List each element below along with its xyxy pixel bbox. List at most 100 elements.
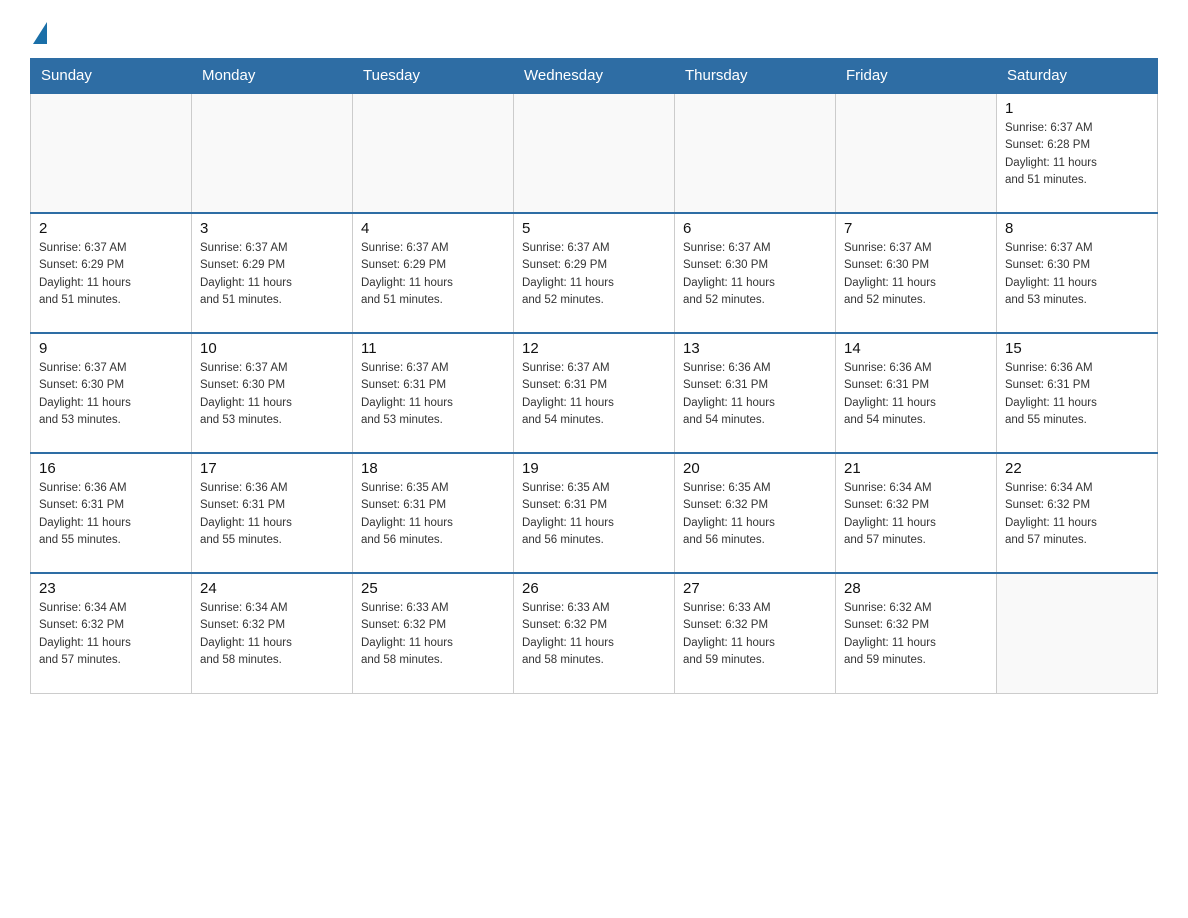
calendar-cell: 9 Sunrise: 6:37 AM Sunset: 6:30 PM Daylig… <box>31 333 192 453</box>
calendar-cell <box>192 93 353 213</box>
day-header-thursday: Thursday <box>675 59 836 94</box>
day-number: 21 <box>844 460 988 477</box>
calendar-cell: 23 Sunrise: 6:34 AM Sunset: 6:32 PM Dayli… <box>31 573 192 693</box>
day-info: Sunrise: 6:37 AM Sunset: 6:30 PM Dayligh… <box>844 240 988 309</box>
day-info: Sunrise: 6:37 AM Sunset: 6:30 PM Dayligh… <box>683 240 827 309</box>
calendar-week-1: 1 Sunrise: 6:37 AM Sunset: 6:28 PM Daylig… <box>31 93 1158 213</box>
day-number: 12 <box>522 340 666 357</box>
calendar-cell: 3 Sunrise: 6:37 AM Sunset: 6:29 PM Daylig… <box>192 213 353 333</box>
day-info: Sunrise: 6:37 AM Sunset: 6:29 PM Dayligh… <box>522 240 666 309</box>
calendar-cell: 17 Sunrise: 6:36 AM Sunset: 6:31 PM Dayli… <box>192 453 353 573</box>
calendar-cell <box>836 93 997 213</box>
calendar-cell: 11 Sunrise: 6:37 AM Sunset: 6:31 PM Dayli… <box>353 333 514 453</box>
day-info: Sunrise: 6:36 AM Sunset: 6:31 PM Dayligh… <box>683 360 827 429</box>
calendar-cell: 4Sunrise: 6:37 AM Sunset: 6:29 PM Daylig… <box>353 213 514 333</box>
day-number: 7 <box>844 220 988 237</box>
day-info: Sunrise: 6:35 AM Sunset: 6:31 PM Dayligh… <box>522 480 666 549</box>
day-number: 27 <box>683 580 827 597</box>
day-number: 22 <box>1005 460 1149 477</box>
calendar-cell: 13 Sunrise: 6:36 AM Sunset: 6:31 PM Dayli… <box>675 333 836 453</box>
calendar-cell: 10 Sunrise: 6:37 AM Sunset: 6:30 PM Dayli… <box>192 333 353 453</box>
day-info: Sunrise: 6:34 AM Sunset: 6:32 PM Dayligh… <box>1005 480 1149 549</box>
calendar-cell: 21 Sunrise: 6:34 AM Sunset: 6:32 PM Dayli… <box>836 453 997 573</box>
calendar-cell <box>997 573 1158 693</box>
calendar-cell: 22 Sunrise: 6:34 AM Sunset: 6:32 PM Dayli… <box>997 453 1158 573</box>
day-info: Sunrise: 6:37 AM Sunset: 6:31 PM Dayligh… <box>522 360 666 429</box>
day-info: Sunrise: 6:34 AM Sunset: 6:32 PM Dayligh… <box>844 480 988 549</box>
day-number: 2 <box>39 220 183 237</box>
day-info: Sunrise: 6:37 AM Sunset: 6:31 PM Dayligh… <box>361 360 505 429</box>
day-number: 6 <box>683 220 827 237</box>
day-header-friday: Friday <box>836 59 997 94</box>
day-info: Sunrise: 6:34 AM Sunset: 6:32 PM Dayligh… <box>39 600 183 669</box>
calendar-cell: 26 Sunrise: 6:33 AM Sunset: 6:32 PM Dayli… <box>514 573 675 693</box>
day-number: 26 <box>522 580 666 597</box>
calendar-cell: 18 Sunrise: 6:35 AM Sunset: 6:31 PM Dayli… <box>353 453 514 573</box>
day-number: 28 <box>844 580 988 597</box>
calendar-week-5: 23 Sunrise: 6:34 AM Sunset: 6:32 PM Dayli… <box>31 573 1158 693</box>
calendar-cell: 1 Sunrise: 6:37 AM Sunset: 6:28 PM Daylig… <box>997 93 1158 213</box>
day-number: 14 <box>844 340 988 357</box>
day-number: 1 <box>1005 100 1149 117</box>
day-info: Sunrise: 6:33 AM Sunset: 6:32 PM Dayligh… <box>361 600 505 669</box>
calendar-cell: 12 Sunrise: 6:37 AM Sunset: 6:31 PM Dayli… <box>514 333 675 453</box>
day-number: 8 <box>1005 220 1149 237</box>
calendar-cell <box>675 93 836 213</box>
calendar-cell: 25 Sunrise: 6:33 AM Sunset: 6:32 PM Dayli… <box>353 573 514 693</box>
day-header-saturday: Saturday <box>997 59 1158 94</box>
calendar-table: SundayMondayTuesdayWednesdayThursdayFrid… <box>30 58 1158 694</box>
calendar-cell: 16Sunrise: 6:36 AM Sunset: 6:31 PM Dayli… <box>31 453 192 573</box>
day-number: 19 <box>522 460 666 477</box>
day-info: Sunrise: 6:36 AM Sunset: 6:31 PM Dayligh… <box>39 480 183 549</box>
day-info: Sunrise: 6:37 AM Sunset: 6:30 PM Dayligh… <box>1005 240 1149 309</box>
day-header-monday: Monday <box>192 59 353 94</box>
day-number: 24 <box>200 580 344 597</box>
day-number: 18 <box>361 460 505 477</box>
day-number: 17 <box>200 460 344 477</box>
day-number: 25 <box>361 580 505 597</box>
day-info: Sunrise: 6:33 AM Sunset: 6:32 PM Dayligh… <box>683 600 827 669</box>
calendar-cell: 20 Sunrise: 6:35 AM Sunset: 6:32 PM Dayli… <box>675 453 836 573</box>
day-number: 23 <box>39 580 183 597</box>
day-info: Sunrise: 6:33 AM Sunset: 6:32 PM Dayligh… <box>522 600 666 669</box>
calendar-header-row: SundayMondayTuesdayWednesdayThursdayFrid… <box>31 59 1158 94</box>
calendar-cell: 15 Sunrise: 6:36 AM Sunset: 6:31 PM Dayli… <box>997 333 1158 453</box>
calendar-cell: 28 Sunrise: 6:32 AM Sunset: 6:32 PM Dayli… <box>836 573 997 693</box>
page-header <box>30 20 1158 42</box>
day-header-wednesday: Wednesday <box>514 59 675 94</box>
day-info: Sunrise: 6:37 AM Sunset: 6:30 PM Dayligh… <box>200 360 344 429</box>
calendar-week-4: 16Sunrise: 6:36 AM Sunset: 6:31 PM Dayli… <box>31 453 1158 573</box>
day-number: 11 <box>361 340 505 357</box>
calendar-cell: 6 Sunrise: 6:37 AM Sunset: 6:30 PM Daylig… <box>675 213 836 333</box>
day-number: 5 <box>522 220 666 237</box>
day-header-tuesday: Tuesday <box>353 59 514 94</box>
day-number: 20 <box>683 460 827 477</box>
calendar-cell <box>31 93 192 213</box>
calendar-week-2: 2 Sunrise: 6:37 AM Sunset: 6:29 PM Daylig… <box>31 213 1158 333</box>
calendar-cell: 7 Sunrise: 6:37 AM Sunset: 6:30 PM Daylig… <box>836 213 997 333</box>
day-number: 9 <box>39 340 183 357</box>
calendar-cell: 24Sunrise: 6:34 AM Sunset: 6:32 PM Dayli… <box>192 573 353 693</box>
day-info: Sunrise: 6:35 AM Sunset: 6:31 PM Dayligh… <box>361 480 505 549</box>
calendar-cell: 19 Sunrise: 6:35 AM Sunset: 6:31 PM Dayli… <box>514 453 675 573</box>
day-number: 13 <box>683 340 827 357</box>
day-number: 15 <box>1005 340 1149 357</box>
day-info: Sunrise: 6:32 AM Sunset: 6:32 PM Dayligh… <box>844 600 988 669</box>
calendar-cell <box>353 93 514 213</box>
calendar-cell <box>514 93 675 213</box>
day-info: Sunrise: 6:37 AM Sunset: 6:30 PM Dayligh… <box>39 360 183 429</box>
calendar-cell: 27 Sunrise: 6:33 AM Sunset: 6:32 PM Dayli… <box>675 573 836 693</box>
day-info: Sunrise: 6:35 AM Sunset: 6:32 PM Dayligh… <box>683 480 827 549</box>
day-info: Sunrise: 6:36 AM Sunset: 6:31 PM Dayligh… <box>844 360 988 429</box>
calendar-week-3: 9 Sunrise: 6:37 AM Sunset: 6:30 PM Daylig… <box>31 333 1158 453</box>
day-info: Sunrise: 6:37 AM Sunset: 6:29 PM Dayligh… <box>200 240 344 309</box>
logo-triangle-icon <box>33 22 47 44</box>
day-info: Sunrise: 6:37 AM Sunset: 6:29 PM Dayligh… <box>39 240 183 309</box>
day-number: 3 <box>200 220 344 237</box>
day-info: Sunrise: 6:36 AM Sunset: 6:31 PM Dayligh… <box>200 480 344 549</box>
day-info: Sunrise: 6:37 AM Sunset: 6:28 PM Dayligh… <box>1005 120 1149 189</box>
calendar-cell: 5 Sunrise: 6:37 AM Sunset: 6:29 PM Daylig… <box>514 213 675 333</box>
day-number: 10 <box>200 340 344 357</box>
calendar-cell: 8 Sunrise: 6:37 AM Sunset: 6:30 PM Daylig… <box>997 213 1158 333</box>
day-info: Sunrise: 6:36 AM Sunset: 6:31 PM Dayligh… <box>1005 360 1149 429</box>
